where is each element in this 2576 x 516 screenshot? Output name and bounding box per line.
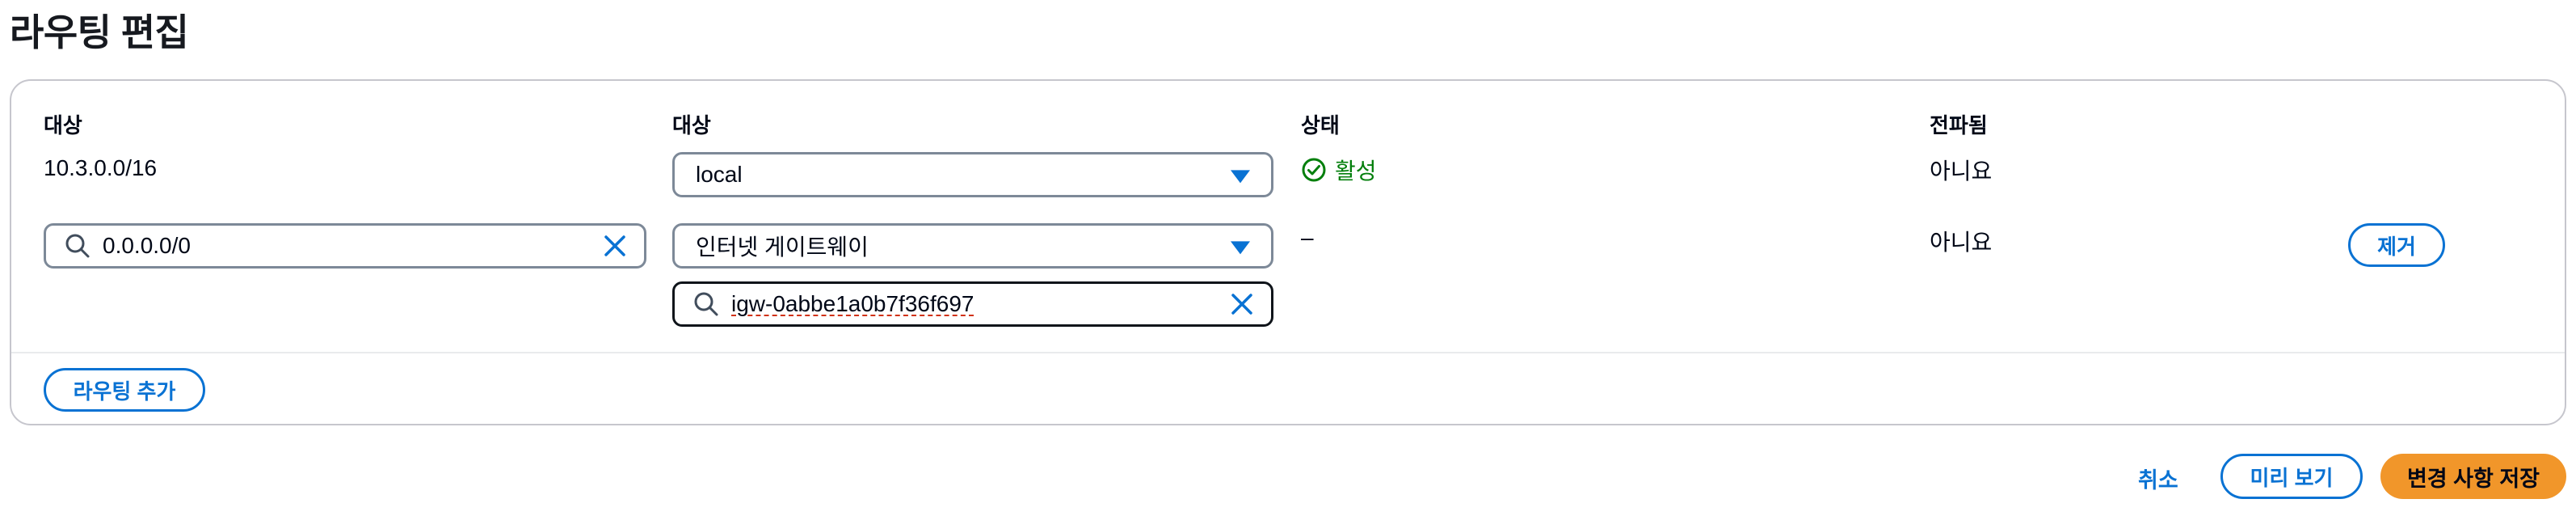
save-changes-button[interactable]: 변경 사항 저장 [2380,454,2566,499]
row2-target-select[interactable]: 인터넷 게이트웨이 [672,223,1273,269]
cancel-button[interactable]: 취소 [2138,463,2178,494]
row1-propagated: 아니요 [1930,159,1993,184]
search-icon [65,234,90,258]
header-destination: 대상 [44,113,82,137]
header-status: 상태 [1301,113,1340,137]
row1-status: 활성 [1301,154,1377,186]
row2-destination-value: 0.0.0.0/0 [103,233,191,258]
divider [11,352,2565,353]
clear-icon[interactable] [1229,291,1255,317]
header-propagated: 전파됨 [1930,113,1988,137]
remove-route-button[interactable]: 제거 [2348,223,2445,267]
row1-target-select[interactable]: local [672,152,1273,197]
row1-destination: 10.3.0.0/16 [44,155,158,180]
search-icon [694,292,718,316]
page-title: 라우팅 편집 [10,11,189,53]
add-route-button[interactable]: 라우팅 추가 [44,368,205,412]
clear-icon[interactable] [602,233,628,259]
row2-status: – [1301,225,1314,250]
row1-target-value: local [696,162,743,187]
preview-button[interactable]: 미리 보기 [2220,454,2363,499]
row1-status-label: 활성 [1335,159,1377,184]
row2-propagated: 아니요 [1930,230,1993,255]
header-target: 대상 [672,113,711,137]
row2-destination-input[interactable]: 0.0.0.0/0 [44,223,646,269]
row2-target-id-input[interactable]: igw-0abbe1a0b7f36f697 [672,281,1273,327]
check-circle-icon [1302,158,1326,182]
caret-down-icon [1231,170,1250,184]
row2-target-id-value: igw-0abbe1a0b7f36f697 [731,291,974,316]
row2-target-value: 인터넷 게이트웨이 [696,235,869,260]
caret-down-icon [1231,241,1250,255]
